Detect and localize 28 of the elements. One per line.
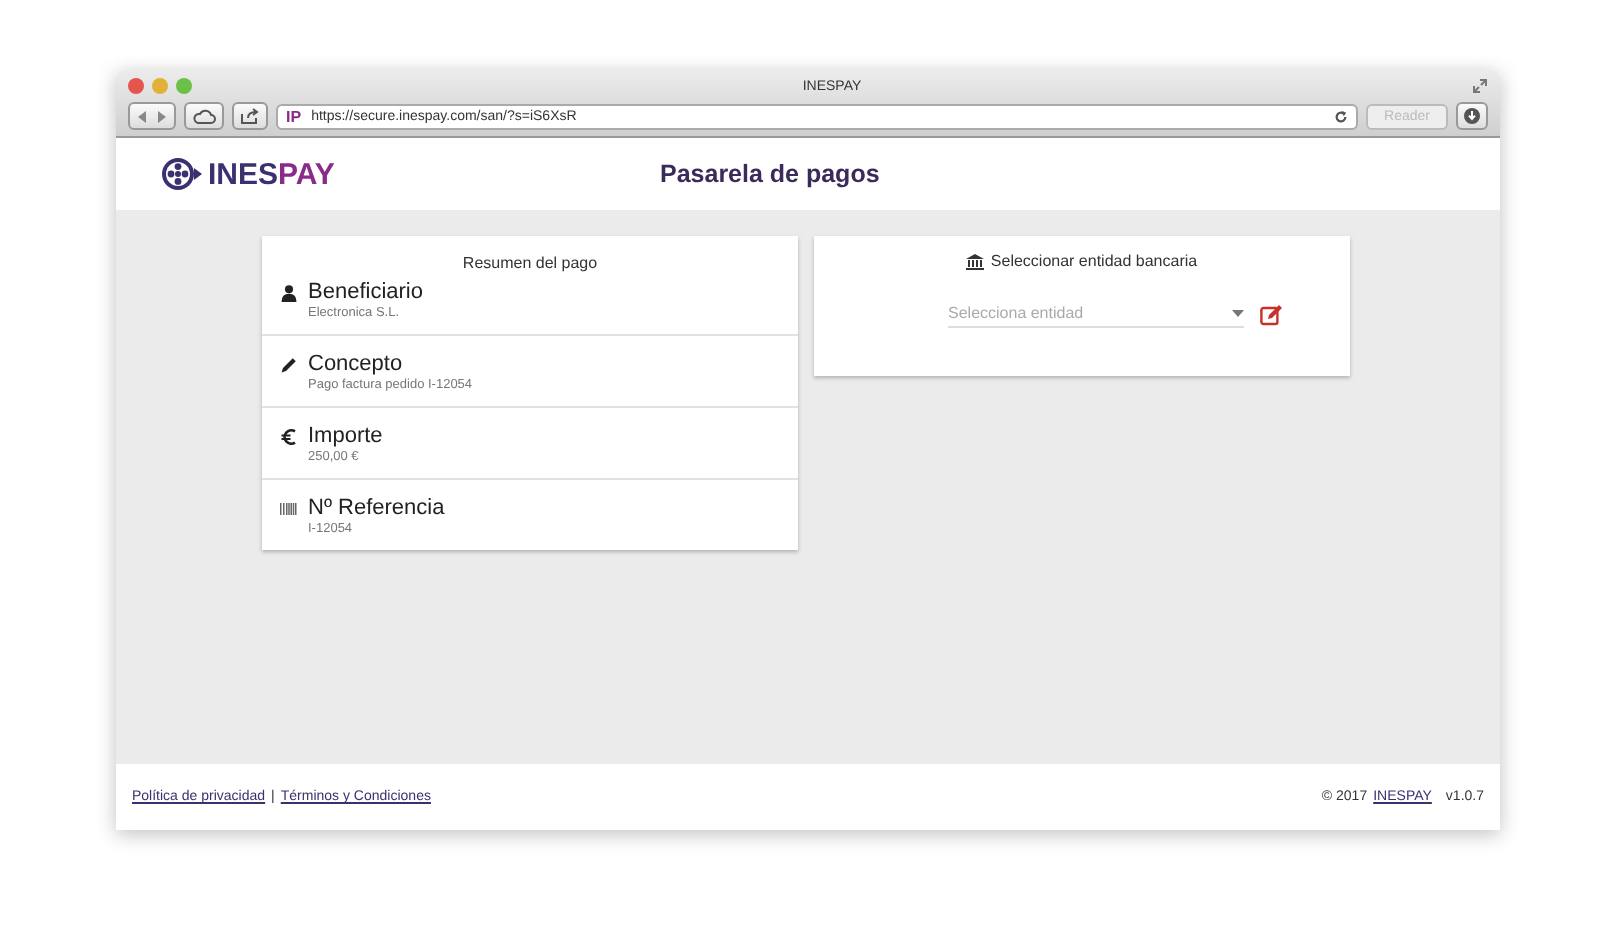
pencil-icon: [280, 355, 298, 373]
close-button[interactable]: [128, 78, 144, 94]
cloud-icon[interactable]: [192, 108, 216, 124]
reload-icon[interactable]: [1334, 109, 1349, 123]
person-icon: [280, 283, 298, 301]
field-label: Concepto: [308, 352, 403, 376]
card-title: Seleccionar entidad bancaria: [990, 252, 1198, 270]
film-reel-logo-icon: [160, 156, 204, 192]
back-forward-buttons[interactable]: [128, 102, 176, 130]
cloud-button[interactable]: [184, 102, 224, 130]
share-icon[interactable]: [240, 108, 260, 124]
field-label: Beneficiario: [308, 280, 423, 304]
field-label: Importe: [308, 424, 383, 448]
dropdown-caret-icon[interactable]: [1232, 309, 1244, 317]
logo-text: INESPAY: [208, 157, 335, 191]
field-label: Nº Referencia: [308, 496, 445, 520]
card-title: Resumen del pago: [460, 252, 600, 276]
barcode-icon: [280, 499, 298, 517]
share-button[interactable]: [232, 102, 268, 130]
site-label: IP: [286, 107, 302, 125]
back-forward-arrows-icon[interactable]: [136, 109, 168, 123]
fullscreen-icon[interactable]: [1472, 78, 1488, 94]
bank-icon: [966, 253, 985, 269]
edit-icon[interactable]: [1260, 303, 1284, 325]
page-title: Pasarela de pagos: [660, 160, 880, 188]
downloads-button[interactable]: [1456, 102, 1488, 130]
euro-icon: [280, 427, 298, 445]
download-icon[interactable]: [1464, 108, 1480, 124]
